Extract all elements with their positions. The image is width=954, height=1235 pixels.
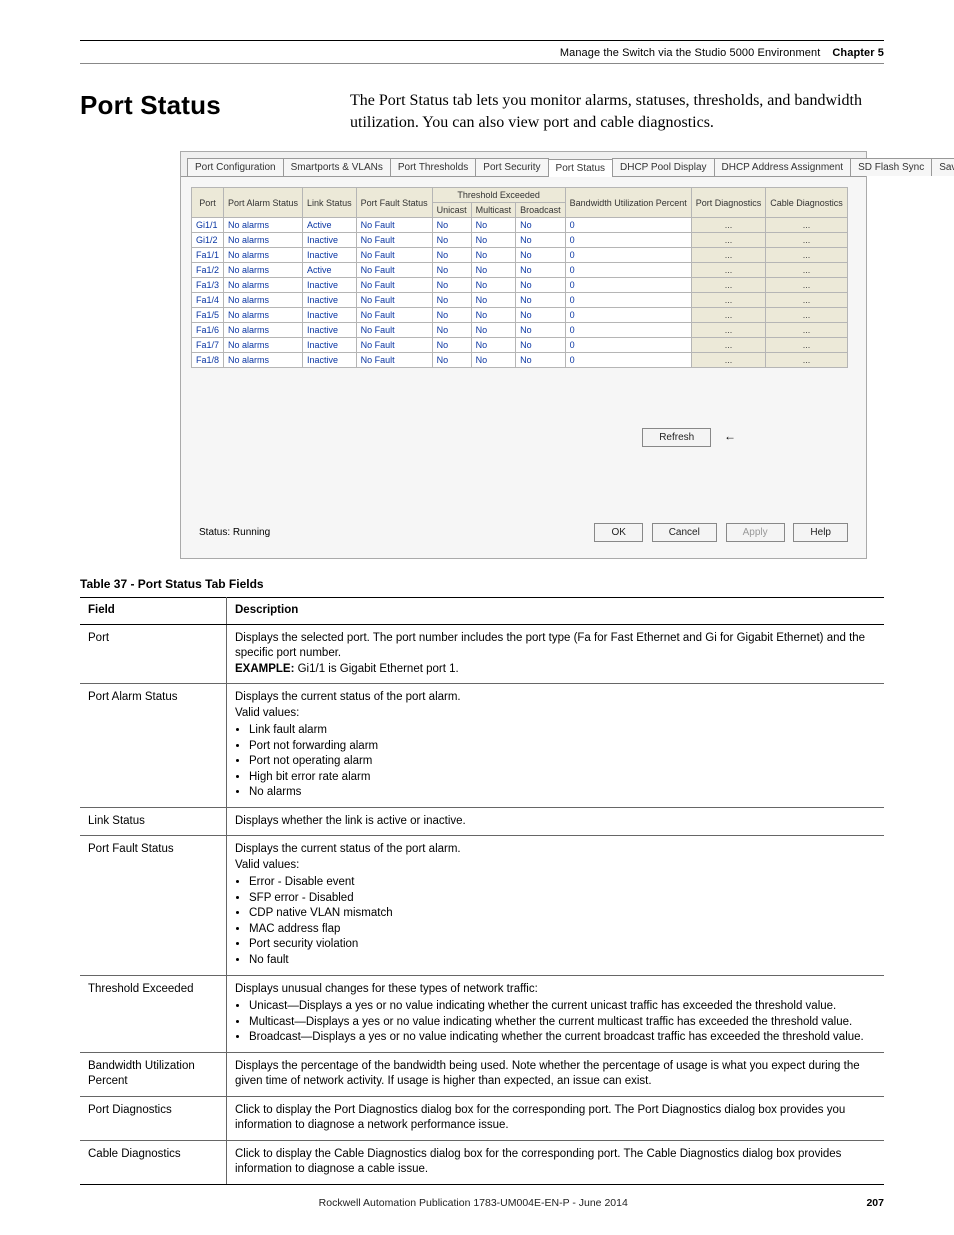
table-row: Gi1/2No alarmsInactiveNo FaultNoNoNo0...…: [192, 233, 848, 248]
table-row: Link StatusDisplays whether the link is …: [80, 807, 884, 836]
cable-diagnostics-button[interactable]: ...: [766, 323, 848, 338]
table-row: Cable DiagnosticsClick to display the Ca…: [80, 1140, 884, 1184]
chapter-label: Chapter 5: [832, 47, 884, 59]
help-button[interactable]: Help: [793, 523, 848, 542]
tab-port-status[interactable]: Port Status: [548, 159, 613, 177]
status-label: Status: Running: [199, 527, 270, 538]
tab-port-security[interactable]: Port Security: [475, 158, 548, 176]
field-name: Port: [80, 624, 227, 684]
port-diagnostics-button[interactable]: ...: [691, 218, 766, 233]
col-port-alarm: Port Alarm Status: [224, 188, 303, 218]
port-status-grid: Port Port Alarm Status Link Status Port …: [191, 187, 848, 368]
col-port-fault: Port Fault Status: [356, 188, 432, 218]
table-row: Fa1/5No alarmsInactiveNo FaultNoNoNo0...…: [192, 308, 848, 323]
page-title: Port Status: [80, 90, 320, 121]
cable-diagnostics-button[interactable]: ...: [766, 293, 848, 308]
field-name: Cable Diagnostics: [80, 1140, 227, 1184]
table-row: Fa1/7No alarmsInactiveNo FaultNoNoNo0...…: [192, 338, 848, 353]
port-diagnostics-button[interactable]: ...: [691, 353, 766, 368]
field-name: Link Status: [80, 807, 227, 836]
table-caption: Table 37 - Port Status Tab Fields: [80, 577, 884, 591]
tab-port-configuration[interactable]: Port Configuration: [187, 158, 284, 176]
table-row: Fa1/1No alarmsInactiveNo FaultNoNoNo0...…: [192, 248, 848, 263]
breadcrumb: Manage the Switch via the Studio 5000 En…: [560, 47, 821, 59]
page-number: 207: [866, 1197, 884, 1209]
cable-diagnostics-button[interactable]: ...: [766, 263, 848, 278]
cable-diagnostics-button[interactable]: ...: [766, 218, 848, 233]
refresh-button[interactable]: Refresh: [642, 428, 711, 447]
tab-port-thresholds[interactable]: Port Thresholds: [390, 158, 476, 176]
col-threshold: Threshold Exceeded: [432, 188, 565, 203]
table-row: Port DiagnosticsClick to display the Por…: [80, 1096, 884, 1140]
col-multicast: Multicast: [471, 203, 516, 218]
table-row: PortDisplays the selected port. The port…: [80, 624, 884, 684]
cable-diagnostics-button[interactable]: ...: [766, 338, 848, 353]
tab-dhcp-pool-display[interactable]: DHCP Pool Display: [612, 158, 715, 176]
field-description: Click to display the Port Diagnostics di…: [227, 1096, 885, 1140]
back-arrow-icon: ←: [724, 429, 736, 443]
col-bandwidth: Bandwidth Utilization Percent: [565, 188, 691, 218]
col-port-diag: Port Diagnostics: [691, 188, 766, 218]
col-port: Port: [192, 188, 224, 218]
field-description: Displays the current status of the port …: [227, 836, 885, 975]
table-row: Fa1/3No alarmsInactiveNo FaultNoNoNo0...…: [192, 278, 848, 293]
cable-diagnostics-button[interactable]: ...: [766, 248, 848, 263]
th-description: Description: [227, 598, 885, 625]
table-row: Fa1/4No alarmsInactiveNo FaultNoNoNo0...…: [192, 293, 848, 308]
field-name: Threshold Exceeded: [80, 975, 227, 1052]
field-description: Displays unusual changes for these types…: [227, 975, 885, 1052]
tab-dhcp-address-assignment[interactable]: DHCP Address Assignment: [714, 158, 852, 176]
table-row: Fa1/8No alarmsInactiveNo FaultNoNoNo0...…: [192, 353, 848, 368]
port-diagnostics-button[interactable]: ...: [691, 278, 766, 293]
port-diagnostics-button[interactable]: ...: [691, 338, 766, 353]
field-description: Displays the current status of the port …: [227, 684, 885, 808]
field-name: Port Diagnostics: [80, 1096, 227, 1140]
cable-diagnostics-button[interactable]: ...: [766, 308, 848, 323]
port-diagnostics-button[interactable]: ...: [691, 248, 766, 263]
field-name: Bandwidth Utilization Percent: [80, 1052, 227, 1096]
table-row: Fa1/2No alarmsActiveNo FaultNoNoNo0.....…: [192, 263, 848, 278]
tab-smartports-vlans[interactable]: Smartports & VLANs: [283, 158, 391, 176]
field-description-table: Field Description PortDisplays the selec…: [80, 597, 884, 1184]
table-row: Bandwidth Utilization PercentDisplays th…: [80, 1052, 884, 1096]
publication-footer: Rockwell Automation Publication 1783-UM0…: [80, 1197, 866, 1209]
intro-text: The Port Status tab lets you monitor ala…: [350, 90, 884, 133]
table-row: Port Alarm StatusDisplays the current st…: [80, 684, 884, 808]
port-diagnostics-button[interactable]: ...: [691, 308, 766, 323]
port-diagnostics-button[interactable]: ...: [691, 293, 766, 308]
port-diagnostics-button[interactable]: ...: [691, 233, 766, 248]
field-name: Port Fault Status: [80, 836, 227, 975]
apply-button[interactable]: Apply: [726, 523, 785, 542]
field-description: Displays the percentage of the bandwidth…: [227, 1052, 885, 1096]
field-description: Displays the selected port. The port num…: [227, 624, 885, 684]
tab-save-restore[interactable]: Save/Restore: [931, 158, 954, 176]
ok-button[interactable]: OK: [594, 523, 642, 542]
port-diagnostics-button[interactable]: ...: [691, 263, 766, 278]
col-cable-diag: Cable Diagnostics: [766, 188, 848, 218]
field-description: Displays whether the link is active or i…: [227, 807, 885, 836]
col-link-status: Link Status: [303, 188, 357, 218]
tab-sd-flash-sync[interactable]: SD Flash Sync: [850, 158, 932, 176]
field-name: Port Alarm Status: [80, 684, 227, 808]
table-row: Gi1/1No alarmsActiveNo FaultNoNoNo0.....…: [192, 218, 848, 233]
field-description: Click to display the Cable Diagnostics d…: [227, 1140, 885, 1184]
cancel-button[interactable]: Cancel: [652, 523, 717, 542]
col-broadcast: Broadcast: [516, 203, 566, 218]
port-status-dialog: Port ConfigurationSmartports & VLANsPort…: [180, 151, 867, 559]
col-unicast: Unicast: [432, 203, 471, 218]
table-row: Port Fault StatusDisplays the current st…: [80, 836, 884, 975]
cable-diagnostics-button[interactable]: ...: [766, 353, 848, 368]
cable-diagnostics-button[interactable]: ...: [766, 233, 848, 248]
table-row: Fa1/6No alarmsInactiveNo FaultNoNoNo0...…: [192, 323, 848, 338]
cable-diagnostics-button[interactable]: ...: [766, 278, 848, 293]
th-field: Field: [80, 598, 227, 625]
tab-strip: Port ConfigurationSmartports & VLANsPort…: [181, 152, 866, 176]
table-row: Threshold ExceededDisplays unusual chang…: [80, 975, 884, 1052]
port-diagnostics-button[interactable]: ...: [691, 323, 766, 338]
